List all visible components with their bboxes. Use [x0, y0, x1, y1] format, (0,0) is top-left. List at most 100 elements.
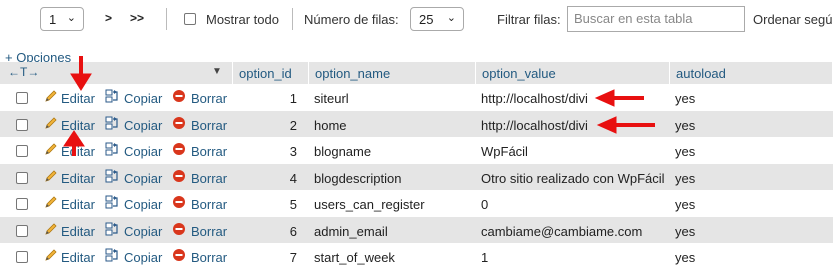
- delete-icon: [173, 116, 185, 129]
- copy-icon: [105, 195, 118, 209]
- table-row: Editar Copiar Borrar 1 siteurl http://localho…: [0, 84, 833, 111]
- next-page-button[interactable]: >: [105, 11, 112, 25]
- option-value-cell: 0: [481, 197, 489, 212]
- option-name-cell: users_can_register: [314, 197, 425, 212]
- option-value-cell: http://localhost/divi: [481, 117, 588, 133]
- rows-per-page-value: 25: [419, 12, 434, 27]
- delete-icon: [173, 90, 185, 102]
- pencil-icon: [45, 249, 57, 261]
- sort-by-label: Ordenar segú: [753, 12, 833, 27]
- delete-icon: [173, 249, 185, 261]
- delete-link[interactable]: Borrar: [191, 91, 227, 106]
- column-header-label: autoload: [676, 66, 726, 81]
- page-select[interactable]: 1 ⌄: [40, 7, 84, 31]
- copy-link[interactable]: Copiar: [124, 144, 162, 159]
- table-row: Editar Copiar Borrar 2 home http://localhost/…: [0, 110, 833, 137]
- column-header-autoload[interactable]: autoload: [670, 62, 833, 84]
- autoload-cell: yes: [675, 223, 696, 239]
- column-header-option-id[interactable]: option_id: [233, 62, 309, 84]
- delete-icon: [173, 169, 185, 182]
- rows-per-page-label: Número de filas:: [304, 12, 399, 27]
- copy-link[interactable]: Copiar: [124, 224, 162, 239]
- row-select-checkbox[interactable]: [16, 224, 28, 237]
- filter-rows-placeholder: Buscar en esta tabla: [574, 11, 693, 26]
- copy-link[interactable]: Copiar: [124, 118, 162, 133]
- column-header-label: option_id: [239, 66, 292, 81]
- autoload-cell: yes: [675, 144, 696, 159]
- option-value-cell: 1: [481, 250, 489, 265]
- column-header-option-name[interactable]: option_name: [309, 62, 476, 84]
- edit-link[interactable]: Editar: [61, 118, 95, 133]
- option-value-cell: WpFácil: [481, 144, 528, 159]
- delete-link[interactable]: Borrar: [191, 250, 227, 265]
- last-page-button[interactable]: >>: [130, 11, 144, 25]
- edit-link[interactable]: Editar: [61, 144, 95, 159]
- row-select-checkbox[interactable]: [16, 198, 28, 210]
- option-id-cell: 3: [289, 144, 297, 159]
- sort-caret-icon[interactable]: ▼: [212, 66, 222, 77]
- edit-link[interactable]: Editar: [61, 197, 95, 212]
- column-header-label: option_value: [482, 66, 556, 81]
- row-select-checkbox[interactable]: [16, 92, 28, 104]
- chevron-down-icon: ⌄: [446, 12, 456, 24]
- delete-link[interactable]: Borrar: [191, 171, 227, 186]
- show-all-label: Mostrar todo: [206, 12, 279, 27]
- delete-link[interactable]: Borrar: [191, 118, 227, 133]
- option-name-cell: home: [314, 117, 347, 133]
- edit-link[interactable]: Editar: [61, 250, 95, 265]
- option-id-cell: 6: [289, 223, 297, 239]
- pencil-icon: [45, 222, 57, 235]
- option-id-cell: 1: [289, 91, 297, 106]
- rows-per-page-select[interactable]: 25 ⌄: [410, 7, 464, 31]
- edit-link[interactable]: Editar: [61, 224, 95, 239]
- row-select-checkbox[interactable]: [16, 145, 28, 157]
- option-id-cell: 4: [289, 170, 297, 186]
- copy-icon: [105, 116, 118, 129]
- option-name-cell: siteurl: [314, 91, 349, 106]
- autoload-cell: yes: [675, 170, 696, 186]
- column-header-label: option_name: [315, 66, 391, 81]
- option-name-cell: admin_email: [314, 223, 388, 239]
- row-select-checkbox[interactable]: [16, 251, 28, 263]
- row-select-checkbox[interactable]: [16, 171, 28, 184]
- option-id-cell: 5: [289, 197, 297, 212]
- pencil-icon: [45, 169, 57, 182]
- copy-link[interactable]: Copiar: [124, 91, 162, 106]
- option-id-cell: 2: [289, 117, 297, 133]
- table-row: Editar Copiar Borrar 4 blogdescription Otro s…: [0, 163, 833, 190]
- pencil-icon: [45, 196, 57, 208]
- copy-icon: [105, 169, 118, 182]
- pencil-icon: [45, 143, 57, 155]
- autoload-cell: yes: [675, 117, 696, 133]
- column-resize-glyph[interactable]: ←T→: [8, 65, 39, 79]
- option-value-cell: http://localhost/divi: [481, 91, 588, 106]
- actions-header: ←T→ ▼: [0, 62, 233, 84]
- edit-link[interactable]: Editar: [61, 91, 95, 106]
- option-name-cell: blogdescription: [314, 170, 402, 186]
- edit-link[interactable]: Editar: [61, 171, 95, 186]
- delete-icon: [173, 143, 185, 155]
- row-select-checkbox[interactable]: [16, 118, 28, 131]
- delete-link[interactable]: Borrar: [191, 197, 227, 212]
- column-header-option-value[interactable]: option_value: [476, 62, 670, 84]
- option-value-cell: Otro sitio realizado con WpFácil: [481, 170, 665, 186]
- table-row: Editar Copiar Borrar 7 start_of_week 1 yes: [0, 243, 833, 270]
- copy-link[interactable]: Copiar: [124, 197, 162, 212]
- filter-rows-input[interactable]: Buscar en esta tabla: [567, 6, 745, 32]
- option-value-cell: cambiame@cambiame.com: [481, 223, 643, 239]
- option-id-cell: 7: [289, 250, 297, 265]
- show-all-checkbox[interactable]: [184, 13, 196, 25]
- copy-link[interactable]: Copiar: [124, 250, 162, 265]
- copy-link[interactable]: Copiar: [124, 171, 162, 186]
- pencil-icon: [45, 116, 57, 129]
- autoload-cell: yes: [675, 91, 696, 106]
- filter-rows-label: Filtrar filas:: [497, 12, 561, 27]
- table-toolbar: 1 ⌄ > >> Mostrar todo Número de filas: 2…: [0, 0, 833, 40]
- option-name-cell: blogname: [314, 144, 372, 159]
- chevron-down-icon: ⌄: [66, 12, 76, 24]
- toolbar-divider: [166, 8, 167, 30]
- delete-link[interactable]: Borrar: [191, 224, 227, 239]
- delete-link[interactable]: Borrar: [191, 144, 227, 159]
- table-row: Editar Copiar Borrar 6 admin_email cambiame@c…: [0, 216, 833, 243]
- pencil-icon: [45, 90, 57, 102]
